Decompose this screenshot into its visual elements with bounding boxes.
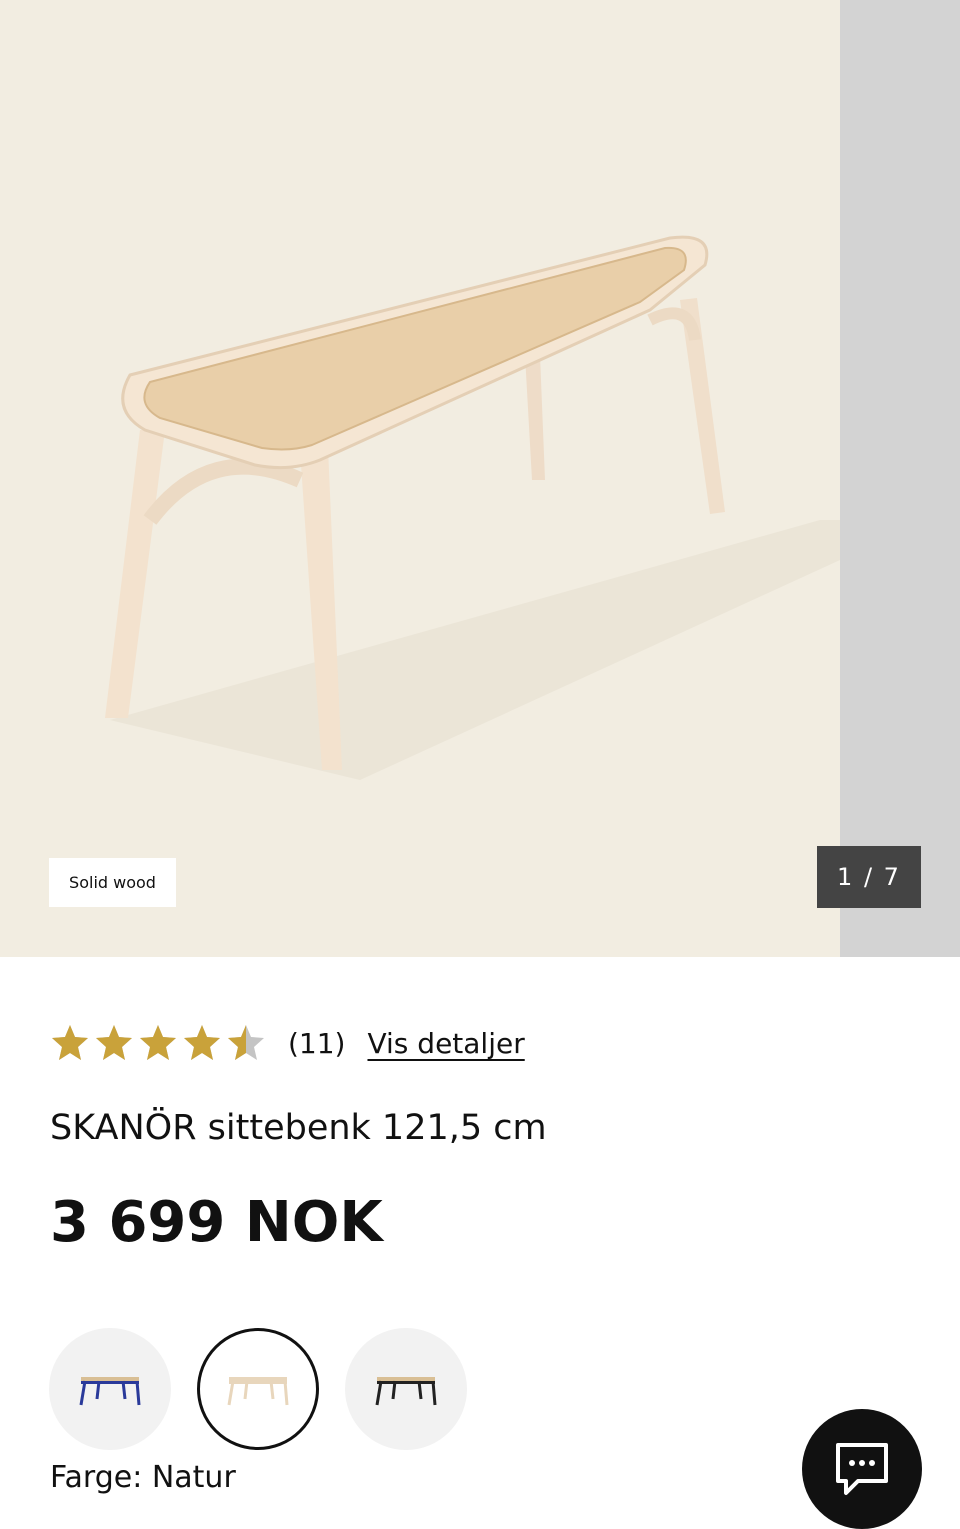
color-swatch-black[interactable] [345, 1328, 467, 1450]
selected-color-label: Farge: Natur [50, 1460, 236, 1495]
star-rating [50, 1023, 266, 1063]
material-badge: Solid wood [49, 858, 176, 907]
bench-thumbnail-icon [79, 1377, 141, 1406]
review-count: (11) [288, 1026, 346, 1060]
star-icon [140, 1025, 176, 1060]
product-image[interactable] [0, 0, 840, 957]
star-icon [184, 1025, 220, 1060]
rating-row: (11) Vis detaljer [50, 1020, 525, 1066]
color-swatches [49, 1328, 467, 1450]
chat-button[interactable] [802, 1409, 922, 1529]
view-details-link[interactable]: Vis detaljer [367, 1027, 524, 1060]
bench-thumbnail-icon [375, 1377, 437, 1406]
star-icon [52, 1025, 88, 1060]
color-swatch-blue[interactable] [49, 1328, 171, 1450]
color-swatch-natural[interactable] [197, 1328, 319, 1450]
product-image-gallery[interactable]: Solid wood 1 / 7 [0, 0, 960, 957]
chat-bubble-icon [836, 1443, 888, 1495]
star-icon [228, 1025, 264, 1060]
next-image-preview[interactable] [840, 0, 960, 957]
image-counter: 1 / 7 [817, 846, 921, 908]
product-price: 3 699 NOK [50, 1190, 383, 1255]
bench-illustration [105, 235, 840, 780]
bench-thumbnail-icon [227, 1377, 289, 1406]
star-icon [96, 1025, 132, 1060]
product-title: SKANÖR sittebenk 121,5 cm [50, 1108, 547, 1148]
